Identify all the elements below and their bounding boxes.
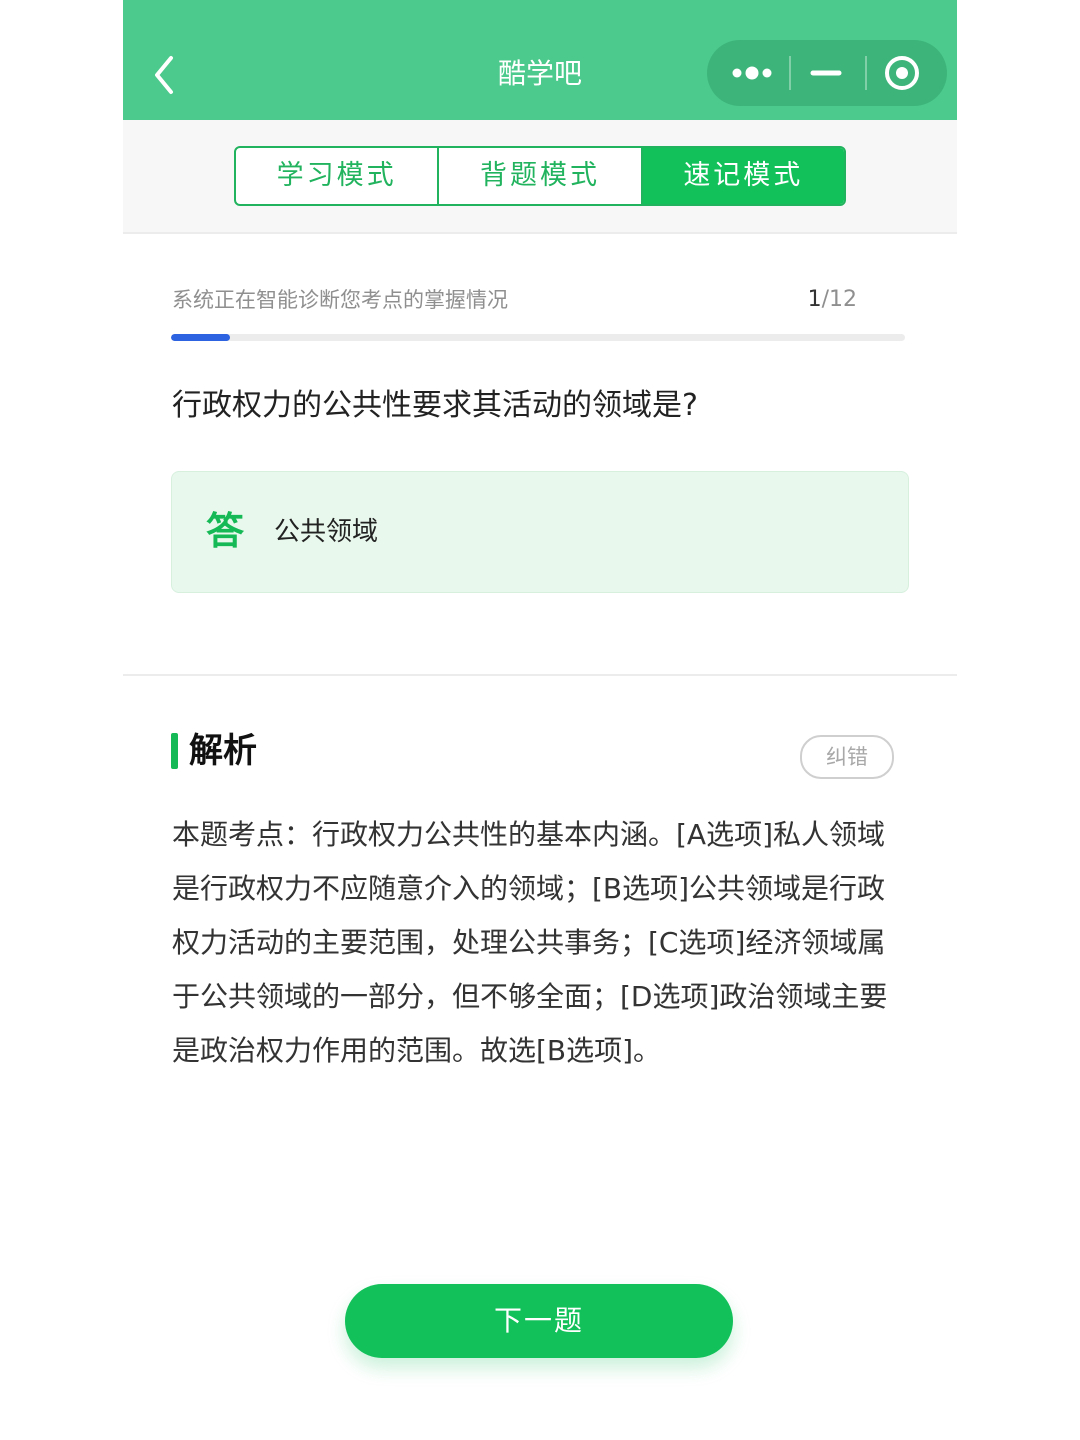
explanation-body: 本题考点：行政权力公共性的基本内涵。[A选项]私人领域是行政权力不应随意介入的领… [172, 818, 888, 1067]
mode-tabs: 学习模式 背题模式 速记模式 [234, 146, 846, 206]
report-error-button[interactable]: 纠错 [800, 735, 894, 779]
target-circle-icon [885, 56, 919, 90]
miniprogram-capsule [707, 40, 947, 106]
question-text: 行政权力的公共性要求其活动的领域是? [172, 388, 698, 423]
tab-recite-mode[interactable]: 背题模式 [437, 148, 640, 204]
more-dots-icon [732, 66, 772, 80]
progress-bar-fill [171, 334, 230, 341]
mode-tabs-area: 学习模式 背题模式 速记模式 [123, 120, 957, 234]
app-screen: 酷学吧 学习模式 背题模式 速记模式 系统正在智能诊断您考点的掌握情况 1/12… [123, 0, 957, 1440]
answer-text: 公共领域 [274, 517, 379, 547]
title-bar: 酷学吧 [123, 0, 957, 120]
close-miniprogram-button[interactable] [865, 40, 947, 106]
minimize-button[interactable] [789, 40, 865, 106]
diagnosis-status-text: 系统正在智能诊断您考点的掌握情况 [172, 288, 508, 312]
minimize-icon [810, 70, 842, 76]
next-question-button[interactable]: 下一题 [345, 1284, 733, 1358]
current-question-number: 1 [807, 287, 822, 312]
section-accent-bar [171, 733, 178, 769]
section-divider [123, 674, 957, 676]
counter-separator: / [821, 287, 829, 312]
tab-quick-memo-mode[interactable]: 速记模式 [640, 148, 844, 204]
progress-bar [171, 334, 905, 341]
more-button[interactable] [707, 40, 789, 106]
question-counter: 1/12 [773, 284, 857, 316]
total-question-count: 12 [829, 287, 857, 312]
answer-card: 答 公共领域 [171, 471, 909, 593]
explanation-title: 解析 [189, 731, 257, 771]
answer-label: 答 [206, 509, 245, 553]
tab-study-mode[interactable]: 学习模式 [236, 148, 437, 204]
